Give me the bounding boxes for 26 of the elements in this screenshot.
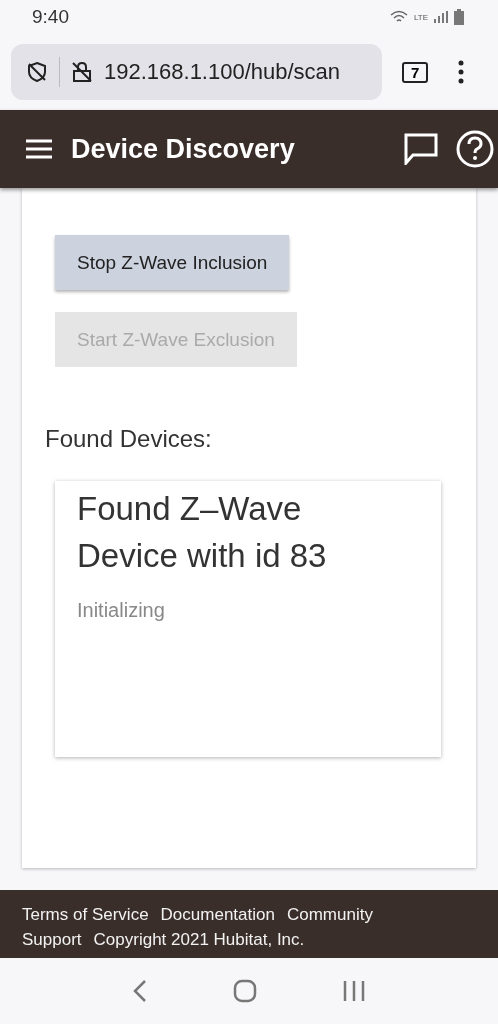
network-type: LTE xyxy=(413,12,428,22)
footer-link[interactable]: Terms of Service xyxy=(22,902,149,927)
shield-off-icon xyxy=(25,60,49,84)
action-button[interactable]: Stop Z-Wave Inclusion xyxy=(55,235,290,290)
footer-link[interactable]: Copyright 2021 Hubitat, Inc. xyxy=(93,927,305,952)
home-icon[interactable] xyxy=(233,979,257,1003)
wifi-icon xyxy=(389,10,408,24)
signal-icon xyxy=(434,11,448,23)
menu-icon[interactable] xyxy=(25,139,53,159)
address-bar[interactable]: 192.168.1.100/hub/scan xyxy=(11,44,382,100)
footer-link[interactable]: Support xyxy=(22,927,82,952)
lock-off-icon xyxy=(70,60,94,84)
recent-apps-icon[interactable] xyxy=(343,980,365,1002)
chat-icon[interactable] xyxy=(404,133,438,165)
page-title: Device Discovery xyxy=(71,133,295,165)
device-status: Initializing xyxy=(77,599,166,622)
footer-link[interactable]: Documentation xyxy=(160,902,275,927)
more-options-icon[interactable] xyxy=(458,60,465,84)
footer-link[interactable]: Community xyxy=(286,902,373,927)
status-time: 9:40 xyxy=(32,6,69,28)
section-heading: Found Devices: xyxy=(45,425,212,453)
back-icon[interactable] xyxy=(133,979,147,1003)
device-title: Found Z–Wave Device with id 83 xyxy=(77,489,328,576)
help-icon[interactable] xyxy=(456,130,494,168)
battery-icon xyxy=(454,9,464,25)
tab-count-button[interactable]: 7 xyxy=(402,61,429,83)
